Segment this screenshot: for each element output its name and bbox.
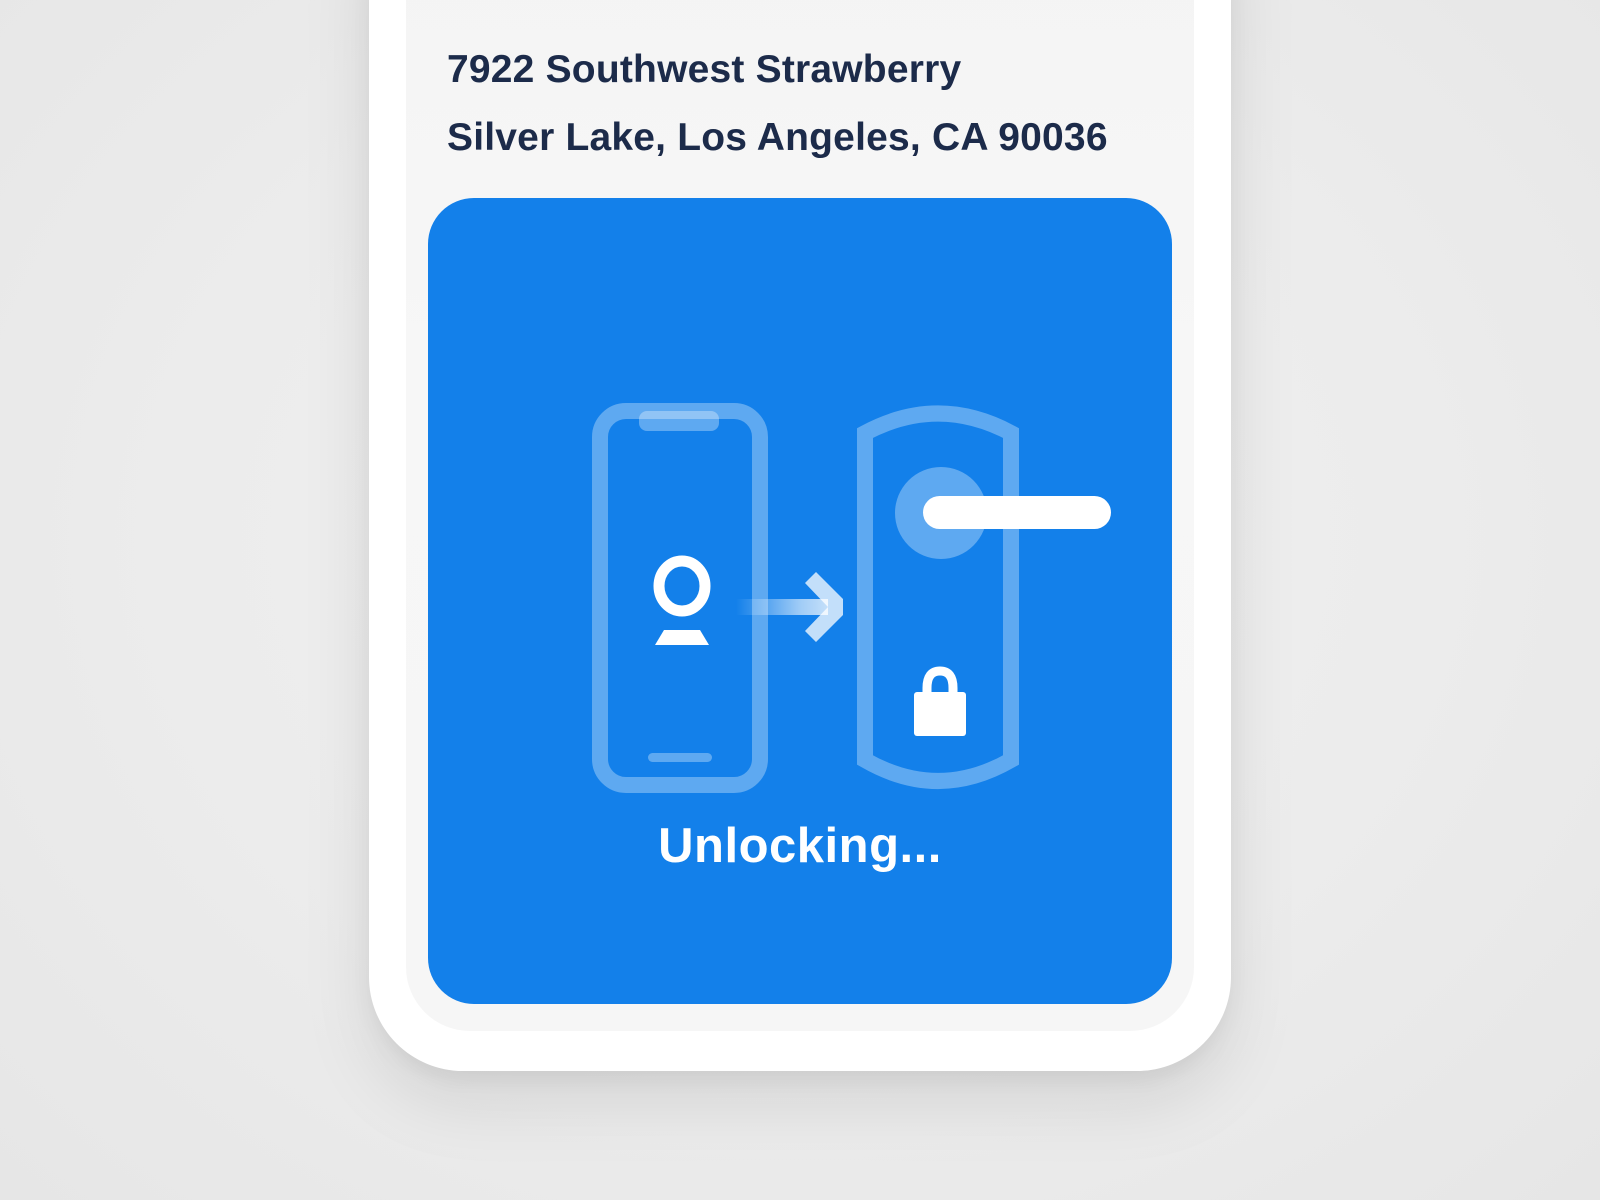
address-line-2: Silver Lake, Los Angeles, CA 90036 xyxy=(447,116,1108,159)
unlock-illustration xyxy=(592,403,1111,793)
padlock-icon xyxy=(914,666,966,736)
unlock-status-text: Unlocking... xyxy=(658,819,942,873)
phone-icon xyxy=(592,403,768,793)
app-logo-icon xyxy=(653,555,711,645)
unlock-card[interactable]: Unlocking... xyxy=(428,198,1172,1004)
property-address: 7922 Southwest Strawberry Silver Lake, L… xyxy=(447,36,1108,172)
address-line-1: 7922 Southwest Strawberry xyxy=(447,48,962,91)
app-stage: 7922 Southwest Strawberry Silver Lake, L… xyxy=(0,0,1600,1200)
